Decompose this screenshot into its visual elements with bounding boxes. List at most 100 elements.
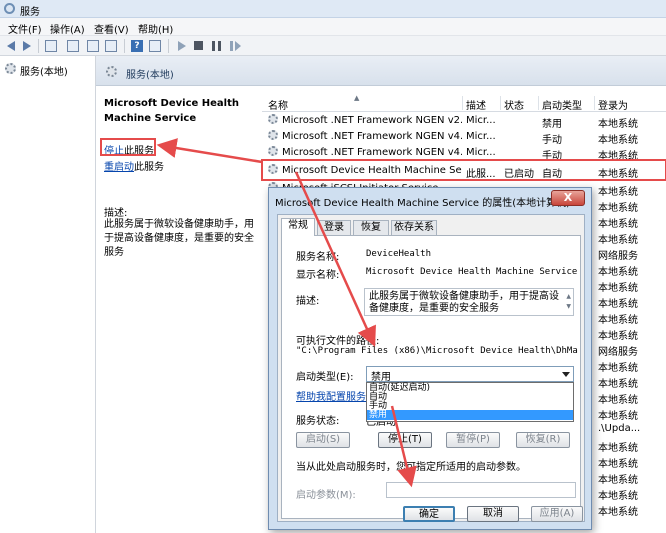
menu-view[interactable]: 查看(V) — [94, 21, 129, 36]
back-button[interactable] — [4, 39, 18, 53]
startup-type-select[interactable]: 禁用 — [366, 366, 574, 383]
column-separator[interactable] — [462, 96, 463, 110]
column-separator[interactable] — [594, 96, 595, 110]
gear-icon — [5, 63, 16, 74]
menu-bar: 文件(F) 操作(A) 查看(V) 帮助(H) — [0, 18, 666, 36]
restart-service-suffix: 此服务 — [134, 162, 164, 173]
gear-icon — [268, 114, 278, 124]
column-header-startup-type[interactable]: 启动类型 — [542, 97, 582, 112]
help-icon: ? — [131, 40, 143, 52]
scroll-down-icon[interactable]: ▼ — [566, 301, 571, 313]
nav-item-services-local[interactable]: 服务(本地) — [3, 61, 91, 78]
start-parameters-input[interactable] — [386, 482, 576, 498]
help-button[interactable]: ? — [130, 39, 144, 53]
dialog-close-button[interactable]: X — [551, 190, 585, 206]
main-pane-title: 服务(本地) — [126, 70, 174, 81]
tab-general[interactable]: 常规 — [281, 218, 315, 236]
dialog-description-text: 此服务属于微软设备健康助手，用于提高设备健康度，是重要的安全服务 — [369, 291, 559, 314]
pause-button[interactable]: 暂停(P) — [446, 432, 500, 448]
restart-service-link[interactable]: 重启动 — [104, 162, 134, 173]
sort-ascending-icon: ▲ — [354, 94, 360, 102]
main-pane-header: 服务(本地) — [96, 56, 666, 86]
restart-icon — [230, 41, 241, 51]
menu-help[interactable]: 帮助(H) — [138, 21, 173, 36]
console-tree: 服务(本地) — [0, 56, 96, 533]
resume-button[interactable]: 恢复(R) — [516, 432, 570, 448]
pause-icon — [212, 41, 221, 51]
tab-recovery[interactable]: 恢复 — [353, 220, 389, 235]
menu-action[interactable]: 操作(A) — [50, 21, 85, 36]
cell-description: 此服... — [466, 169, 496, 180]
description-text: 此服务属于微软设备健康助手，用于提高设备健康度，是重要的安全服务 — [104, 219, 254, 258]
extended-description-pane: Microsoft Device Health Machine Service … — [96, 86, 262, 533]
console-tree-icon — [45, 40, 57, 52]
properties-icon — [67, 40, 79, 52]
cell-name: Microsoft .NET Framework NGEN v4.... — [282, 147, 462, 158]
show-hide-action-pane-button[interactable] — [148, 39, 162, 53]
pause-service-button[interactable] — [210, 39, 224, 53]
startup-type-dropdown-list: 自动(延迟启动) 自动 手动 禁用 — [366, 382, 574, 422]
cell-status: 已启动 — [504, 169, 534, 180]
service-name-label: 服务名称: — [296, 252, 340, 263]
stop-service-button[interactable] — [192, 39, 206, 53]
table-row[interactable]: Microsoft .NET Framework NGEN v4.... Mic… — [262, 144, 666, 162]
cancel-button[interactable]: 取消 — [467, 506, 519, 522]
column-separator[interactable] — [538, 96, 539, 110]
forward-button[interactable] — [20, 39, 34, 53]
stop-icon — [194, 41, 203, 50]
selected-service-title: Microsoft Device Health Machine Service — [104, 98, 239, 124]
refresh-button[interactable] — [86, 39, 100, 53]
service-name-value: DeviceHealth — [366, 249, 432, 259]
column-header-status[interactable]: 状态 — [504, 97, 524, 112]
startup-option-disabled[interactable]: 禁用 — [367, 410, 573, 420]
display-name-label: 显示名称: — [296, 270, 340, 281]
start-button[interactable]: 启动(S) — [296, 432, 350, 448]
service-properties-dialog: Microsoft Device Health Machine Service … — [268, 187, 592, 530]
restart-service-button[interactable] — [228, 39, 242, 53]
cell-description: Micr... — [466, 115, 496, 126]
cell-logon-as: 本地系统 — [598, 169, 638, 180]
dialog-description-label: 描述: — [296, 296, 320, 307]
window-title: 服务 — [20, 7, 40, 18]
column-separator[interactable] — [500, 96, 501, 110]
toolbar-separator — [124, 39, 125, 53]
general-tab-page: 服务名称: DeviceHealth 显示名称: Microsoft Devic… — [281, 235, 581, 519]
stop-button[interactable]: 停止(T) — [378, 432, 432, 448]
column-header-name[interactable]: 名称 — [268, 97, 288, 112]
dialog-description-box[interactable]: 此服务属于微软设备健康助手，用于提高设备健康度，是重要的安全服务 ▲ ▼ — [364, 288, 574, 316]
forward-arrow-icon — [23, 41, 31, 51]
refresh-icon — [87, 40, 99, 52]
tab-dependencies[interactable]: 依存关系 — [391, 220, 437, 235]
toolbar-separator — [38, 39, 39, 53]
start-parameters-hint: 当从此处启动服务时，您可指定所适用的启动参数。 — [296, 462, 526, 473]
dialog-title: Microsoft Device Health Machine Service … — [275, 198, 571, 209]
configure-startup-help-link[interactable]: 帮助我配置服务启 — [296, 388, 376, 403]
window-titlebar: 服务 — [0, 0, 666, 18]
show-console-tree-button[interactable] — [44, 39, 58, 53]
properties-button[interactable] — [66, 39, 80, 53]
action-pane-icon — [149, 40, 161, 52]
apply-button[interactable]: 应用(A) — [531, 506, 583, 522]
cell-logon-as: 本地系统 — [598, 507, 638, 518]
table-row[interactable]: Microsoft .NET Framework NGEN v4.... Mic… — [262, 128, 666, 146]
column-header-description[interactable]: 描述 — [466, 97, 486, 112]
column-header-logon-as[interactable]: 登录为 — [598, 97, 628, 112]
gear-icon — [268, 164, 278, 174]
chevron-down-icon[interactable] — [562, 372, 570, 377]
description-label: 描述: — [104, 208, 128, 219]
cell-name: Microsoft .NET Framework NGEN v4.... — [282, 131, 462, 142]
service-status-label: 服务状态: — [296, 416, 340, 427]
cell-logon-as: .\Upda... — [598, 423, 641, 434]
export-icon — [105, 40, 117, 52]
ok-button[interactable]: 确定 — [403, 506, 455, 522]
start-parameters-label: 启动参数(M): — [296, 490, 356, 501]
table-row[interactable]: Microsoft .NET Framework NGEN v2.... Mic… — [262, 112, 666, 130]
table-row-device-health[interactable]: Microsoft Device Health Machine Ser... 此… — [261, 159, 666, 181]
play-icon — [178, 41, 186, 51]
export-list-button[interactable] — [104, 39, 118, 53]
gear-icon — [268, 130, 278, 140]
tab-logon[interactable]: 登录 — [317, 220, 351, 235]
menu-file[interactable]: 文件(F) — [8, 21, 42, 36]
display-name-value: Microsoft Device Health Machine Service — [366, 267, 578, 277]
start-service-button[interactable] — [174, 39, 188, 53]
